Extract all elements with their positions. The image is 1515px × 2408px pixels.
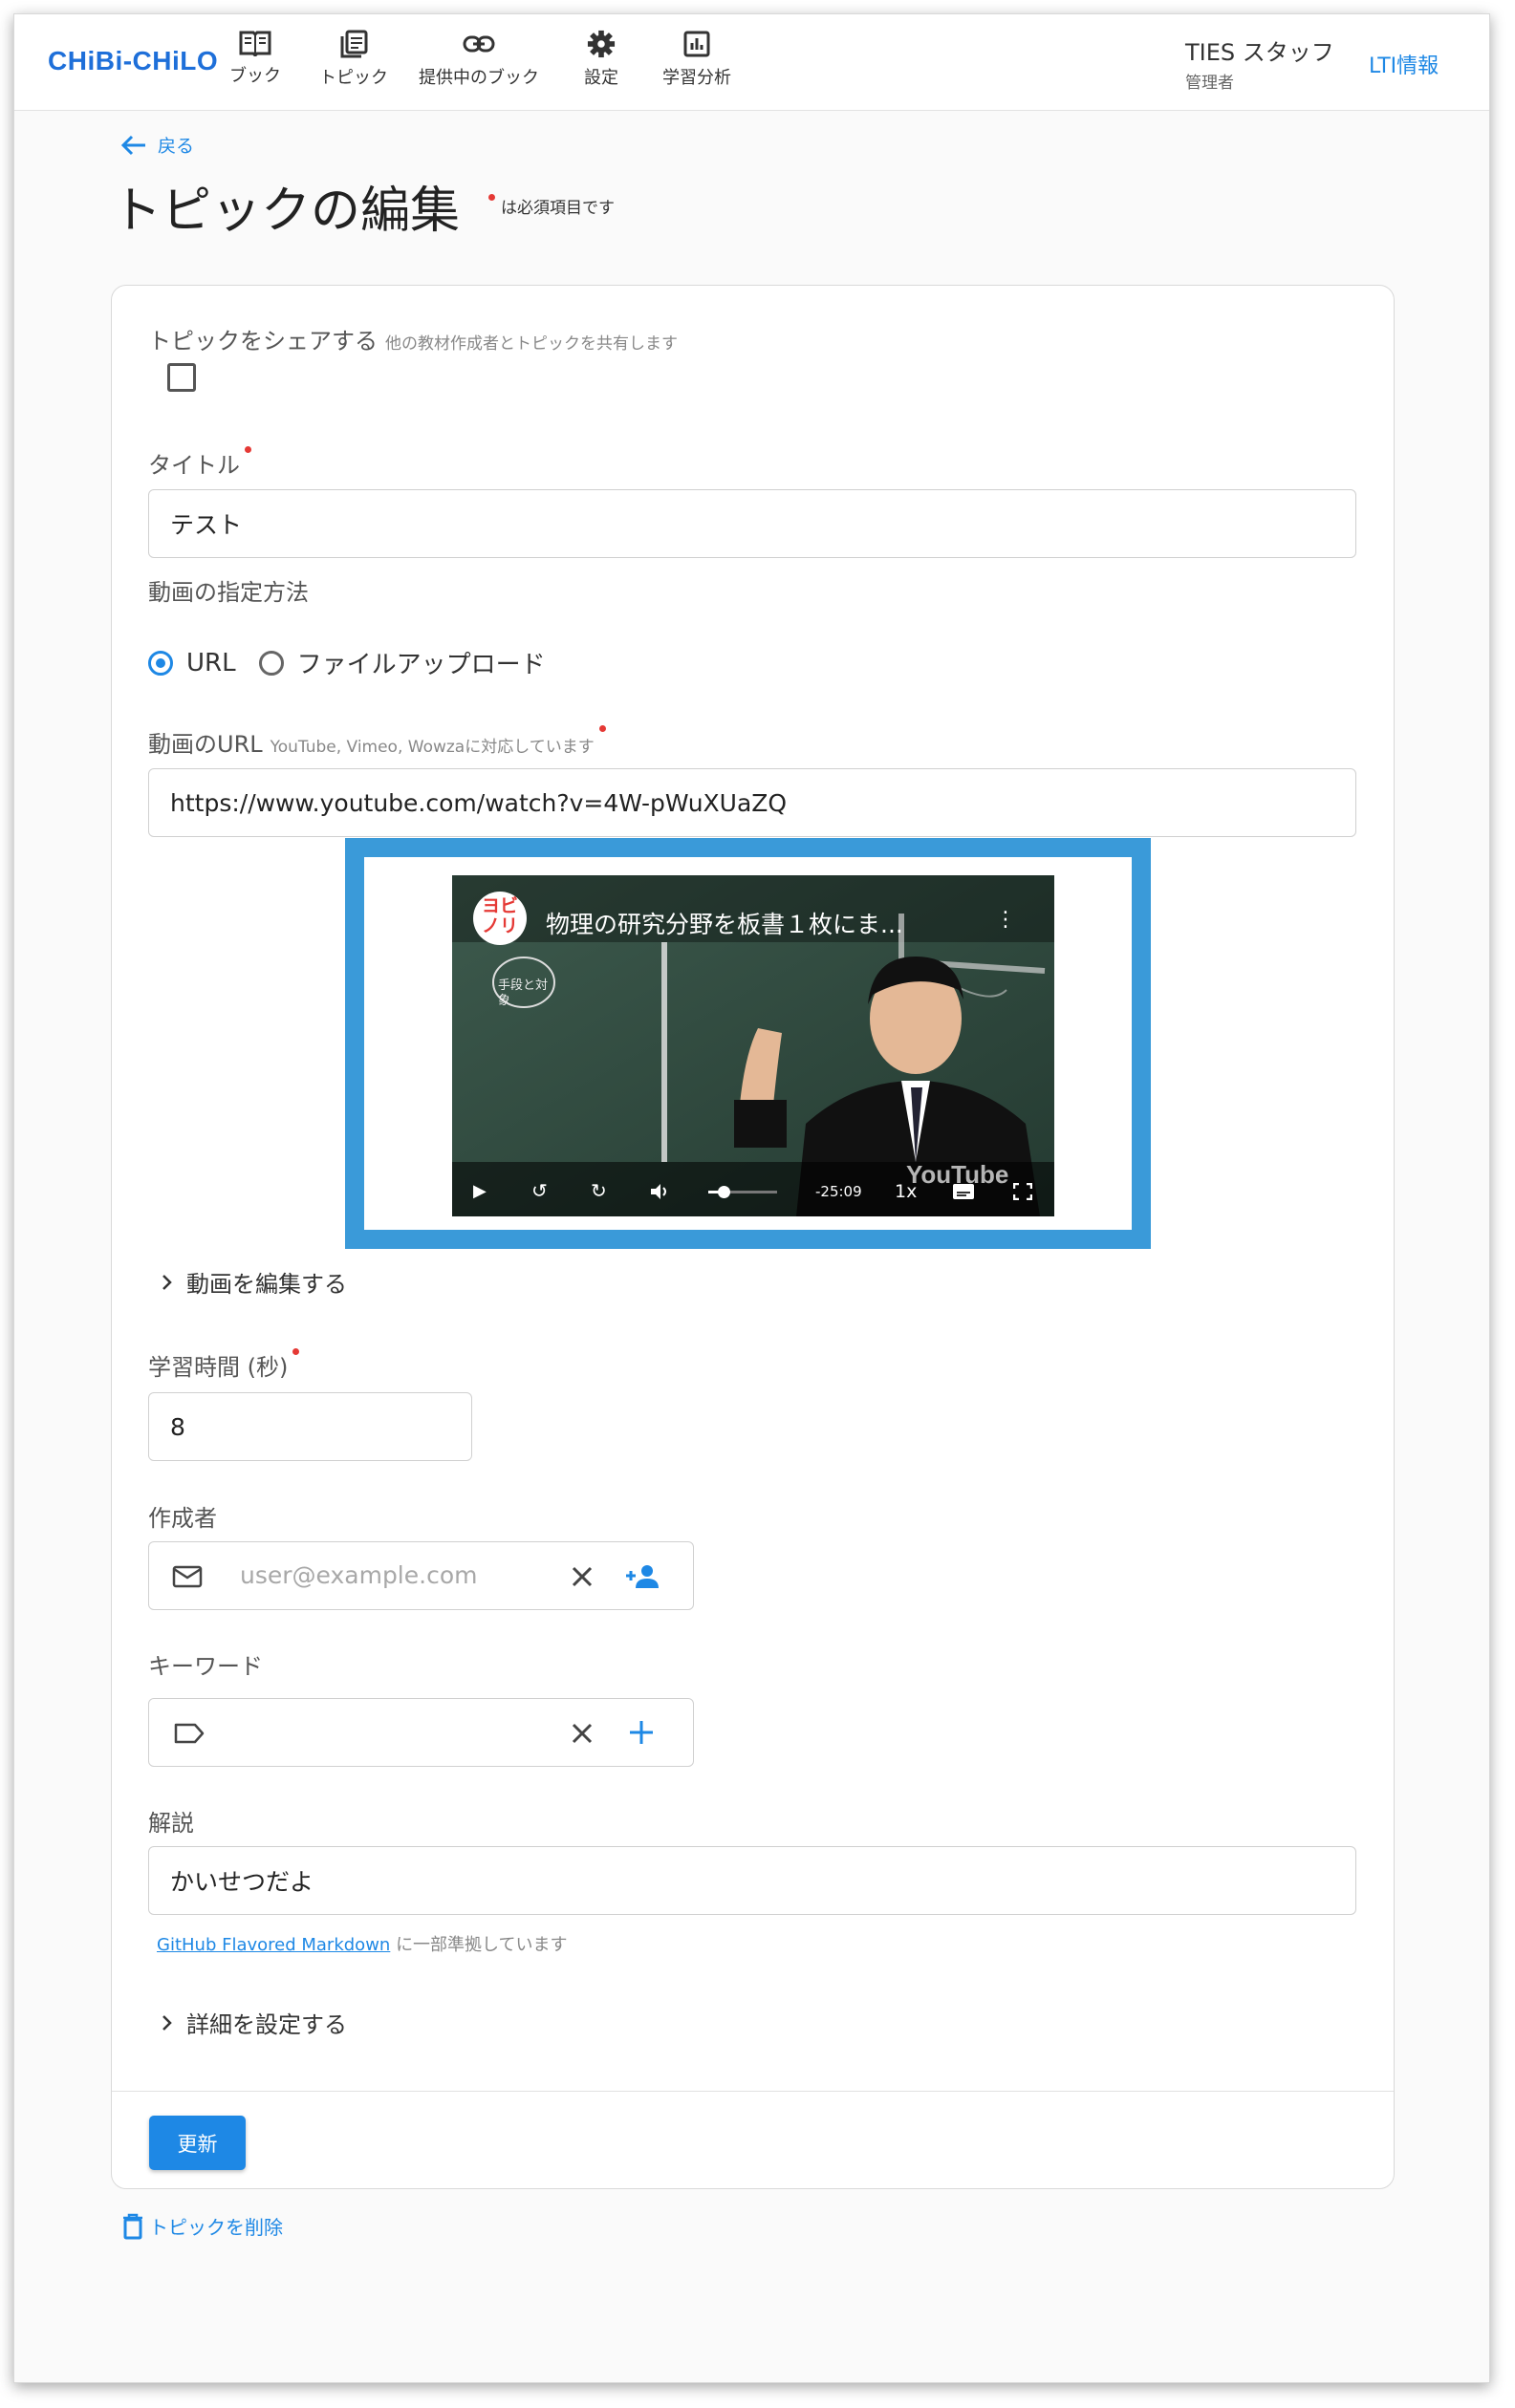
app-logo[interactable]: CHiBi-CHiLO — [48, 46, 218, 76]
volume-slider[interactable] — [708, 1186, 777, 1198]
remaining-time: -25:09 — [815, 1183, 862, 1200]
browser-window: CHiBi-CHiLO ブック トピック 提供中のブック 設定 学習分析 TIE… — [13, 13, 1490, 2383]
required-dot — [245, 446, 251, 453]
lti-info-link[interactable]: LTI情報 — [1369, 49, 1439, 79]
board-note: 手段と対象 — [498, 978, 549, 1008]
title-label: タイトル — [148, 446, 257, 480]
edit-video-expander[interactable]: 動画を編集する — [162, 1265, 347, 1299]
title-label-text: タイトル — [148, 452, 240, 479]
radio-file-upload[interactable] — [258, 650, 284, 676]
nav-settings-label: 設定 — [584, 68, 618, 88]
clear-keywords-icon[interactable] — [572, 1723, 593, 1744]
author-input[interactable]: user@example.com — [240, 1561, 477, 1589]
radio-file-upload-label: ファイルアップロード — [296, 651, 546, 679]
arrow-left-icon — [121, 135, 145, 155]
delete-topic-label: トピックを削除 — [149, 2216, 283, 2239]
captions-icon[interactable] — [952, 1182, 975, 1201]
trash-icon — [123, 2213, 142, 2239]
keywords-field — [148, 1698, 694, 1767]
required-dot — [598, 725, 606, 732]
advanced-settings-expander[interactable]: 詳細を設定する — [162, 2006, 347, 2039]
nav-books-label: ブック — [229, 66, 281, 86]
edit-video-label: 動画を編集する — [186, 1271, 347, 1298]
nav-settings[interactable]: 設定 — [584, 30, 618, 89]
app-bar: CHiBi-CHiLO ブック トピック 提供中のブック 設定 学習分析 TIE… — [14, 14, 1489, 111]
channel-badge: ヨビノリ — [481, 895, 518, 936]
chevron-right-icon — [162, 1274, 172, 1290]
video-method-label: 動画の指定方法 — [148, 579, 309, 606]
topic-icon — [340, 30, 368, 58]
title-input[interactable]: テスト — [148, 489, 1356, 558]
share-hint: 他の教材作成者とトピックを共有します — [385, 334, 678, 354]
keywords-label: キーワード — [148, 1653, 263, 1680]
volume-handle[interactable] — [718, 1186, 730, 1198]
user-menu[interactable]: TIES スタッフ 管理者 — [1185, 33, 1334, 93]
video-method-radio-group: URL ファイルアップロード — [148, 645, 546, 680]
video-title[interactable]: 物理の研究分野を板書１枚にま... — [546, 906, 903, 940]
markdown-note-text: に一部準拠しています — [396, 1935, 568, 1955]
more-vert-icon[interactable]: ⋮ — [995, 908, 1016, 932]
nav-analytics[interactable]: 学習分析 — [662, 30, 731, 89]
required-dot — [488, 194, 495, 201]
user-name: TIES スタッフ — [1185, 39, 1334, 66]
nav-provided-books[interactable]: 提供中のブック — [419, 30, 539, 89]
video-player[interactable]: ヨビノリ 手段と対象 物理の研究分野を板書１枚にま... ⋮ YouTube ▶… — [452, 875, 1054, 1216]
required-note: は必須項目です — [488, 194, 615, 218]
markdown-note: GitHub Flavored Markdown に一部準拠しています — [157, 1931, 568, 1956]
forward-icon[interactable]: ↻ — [591, 1179, 607, 1202]
back-link[interactable]: 戻る — [121, 132, 194, 158]
clear-author-icon[interactable] — [572, 1566, 593, 1587]
add-icon[interactable] — [629, 1720, 654, 1745]
nav-topics-label: トピック — [319, 68, 388, 88]
radio-url-label: URL — [186, 648, 236, 677]
keywords-input[interactable] — [240, 1718, 546, 1749]
playback-speed[interactable]: 1x — [895, 1181, 917, 1202]
volume-icon[interactable] — [650, 1183, 671, 1200]
link-icon — [463, 35, 495, 53]
nav-provided-books-label: 提供中のブック — [419, 68, 539, 88]
description-label: 解説 — [148, 1810, 194, 1837]
required-dot — [292, 1348, 300, 1355]
required-note-text: は必須項目です — [501, 199, 615, 218]
video-url-label-text: 動画のURL — [148, 731, 263, 758]
nav-topics[interactable]: トピック — [319, 30, 388, 89]
description-input[interactable]: かいせつだよ — [148, 1846, 1356, 1915]
share-label-text: トピックをシェアする — [148, 328, 378, 355]
author-label: 作成者 — [148, 1505, 217, 1532]
label-tag-icon — [174, 1723, 205, 1744]
add-person-icon[interactable] — [624, 1563, 660, 1590]
topic-form: トピックをシェアする 他の教材作成者とトピックを共有します タイトル テスト 動画… — [111, 285, 1395, 2189]
share-checkbox[interactable] — [167, 363, 196, 392]
book-icon — [239, 31, 271, 56]
nav-books[interactable]: ブック — [229, 30, 281, 87]
duration-label-text: 学習時間 (秒) — [148, 1354, 289, 1381]
chevron-right-icon — [162, 2014, 172, 2031]
duration-label: 学習時間 (秒) — [148, 1348, 305, 1382]
nav-analytics-label: 学習分析 — [662, 68, 731, 88]
page-title: トピックの編集 — [112, 183, 461, 240]
gear-icon — [587, 30, 616, 58]
radio-url[interactable] — [148, 650, 173, 676]
update-button[interactable]: 更新 — [149, 2116, 246, 2170]
video-preview-frame: ヨビノリ 手段と対象 物理の研究分野を板書１枚にま... ⋮ YouTube ▶… — [345, 838, 1151, 1249]
fullscreen-icon[interactable] — [1013, 1183, 1032, 1200]
back-label: 戻る — [158, 136, 195, 157]
video-url-input[interactable]: https://www.youtube.com/watch?v=4W-pWuXU… — [148, 768, 1356, 837]
analytics-icon — [683, 31, 710, 57]
markdown-link[interactable]: GitHub Flavored Markdown — [157, 1935, 390, 1955]
duration-input[interactable]: 8 — [148, 1392, 472, 1461]
form-divider — [112, 2091, 1394, 2092]
advanced-settings-label: 詳細を設定する — [186, 2011, 347, 2038]
author-field: user@example.com — [148, 1541, 694, 1610]
video-url-label: 動画のURL YouTube, Vimeo, Wowzaに対応しています — [148, 725, 612, 759]
user-role: 管理者 — [1185, 74, 1234, 93]
video-preview-container: ヨビノリ 手段と対象 物理の研究分野を板書１枚にま... ⋮ YouTube ▶… — [364, 857, 1132, 1230]
email-icon — [172, 1565, 203, 1588]
video-url-hint: YouTube, Vimeo, Wowzaに対応しています — [270, 738, 595, 757]
delete-topic-link[interactable]: トピックを削除 — [122, 2212, 283, 2240]
rewind-icon[interactable]: ↺ — [531, 1179, 548, 1202]
play-icon[interactable]: ▶ — [473, 1181, 487, 1201]
share-label: トピックをシェアする 他の教材作成者とトピックを共有します — [148, 322, 678, 355]
